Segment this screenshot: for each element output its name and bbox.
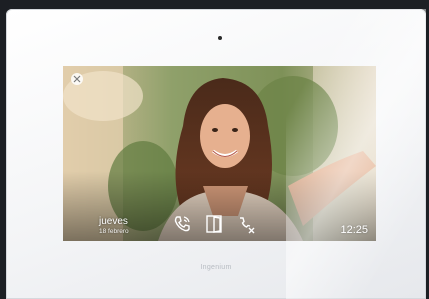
video-screen: jueves 18 febrero 12:25: [63, 66, 376, 241]
clock-time: 12:25: [340, 224, 368, 236]
open-door-button[interactable]: [203, 213, 225, 235]
date-display: jueves 18 febrero: [99, 216, 129, 236]
hang-up-button[interactable]: [235, 213, 257, 235]
phone-hangup-icon: [240, 217, 255, 234]
close-icon: [73, 75, 81, 83]
brand-logo: Ingenium: [200, 264, 232, 271]
door-open-icon: [206, 215, 222, 233]
date-label: 18 febrero: [99, 228, 129, 235]
close-button[interactable]: [71, 73, 83, 85]
answer-call-button[interactable]: [171, 213, 193, 235]
camera-lens: [218, 36, 222, 40]
phone-answer-icon: [174, 216, 190, 232]
intercom-device: jueves 18 febrero 12:25 Ingenium: [6, 9, 426, 299]
call-actions: [171, 213, 257, 235]
day-label: jueves: [99, 216, 128, 227]
